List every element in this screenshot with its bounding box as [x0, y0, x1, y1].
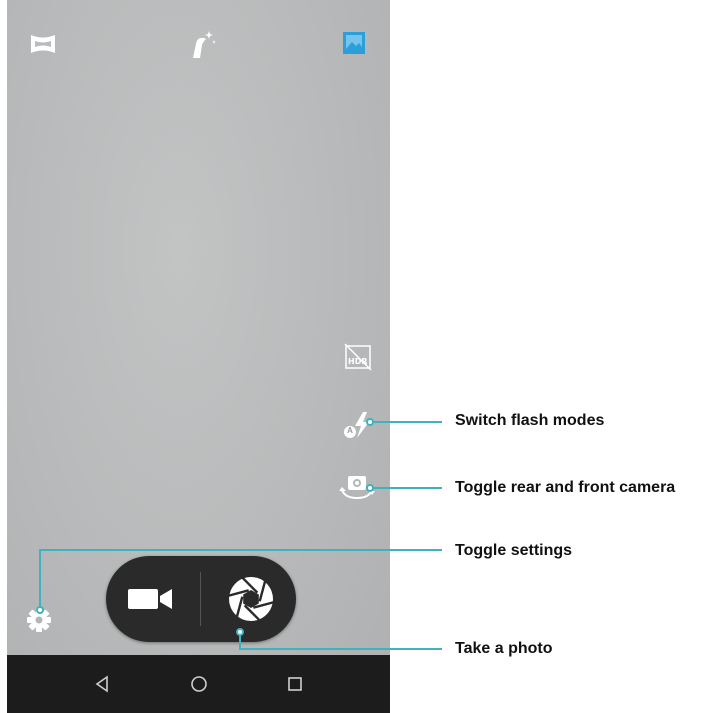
toggle-camera-label: Toggle rear and front camera: [455, 479, 676, 496]
recents-square-icon[interactable]: [287, 676, 303, 692]
video-camera-icon[interactable]: [128, 586, 174, 612]
panorama-mode-icon[interactable]: [29, 33, 57, 55]
flash-callout-dot: [366, 418, 374, 426]
camera-viewfinder: HDR A: [7, 0, 390, 713]
beauty-mode-icon[interactable]: [187, 28, 219, 60]
home-circle-icon[interactable]: [190, 675, 208, 693]
navigation-bar: [7, 655, 390, 713]
aperture-shutter-icon[interactable]: [226, 574, 276, 624]
toggle-settings-label: Toggle settings: [455, 542, 573, 559]
back-triangle-icon[interactable]: [94, 675, 110, 693]
settings-callout-dot: [36, 606, 44, 614]
camera-callout-line: [370, 487, 442, 489]
settings-callout-line-h: [39, 549, 442, 551]
capture-divider: [200, 572, 201, 626]
flash-callout-line: [370, 421, 442, 423]
switch-flash-modes-label: Switch flash modes: [455, 412, 605, 429]
take-a-photo-label: Take a photo: [455, 640, 553, 657]
gallery-thumbnail-icon[interactable]: [343, 32, 365, 54]
capture-bar: [106, 556, 296, 642]
flash-auto-badge: A: [347, 426, 353, 435]
settings-callout-line-v: [39, 549, 41, 609]
photo-callout-line-h: [239, 648, 442, 650]
camera-callout-dot: [366, 484, 374, 492]
hdr-toggle-button[interactable]: HDR: [341, 340, 375, 374]
hdr-label: HDR: [348, 357, 368, 366]
photo-callout-dot: [236, 628, 244, 636]
